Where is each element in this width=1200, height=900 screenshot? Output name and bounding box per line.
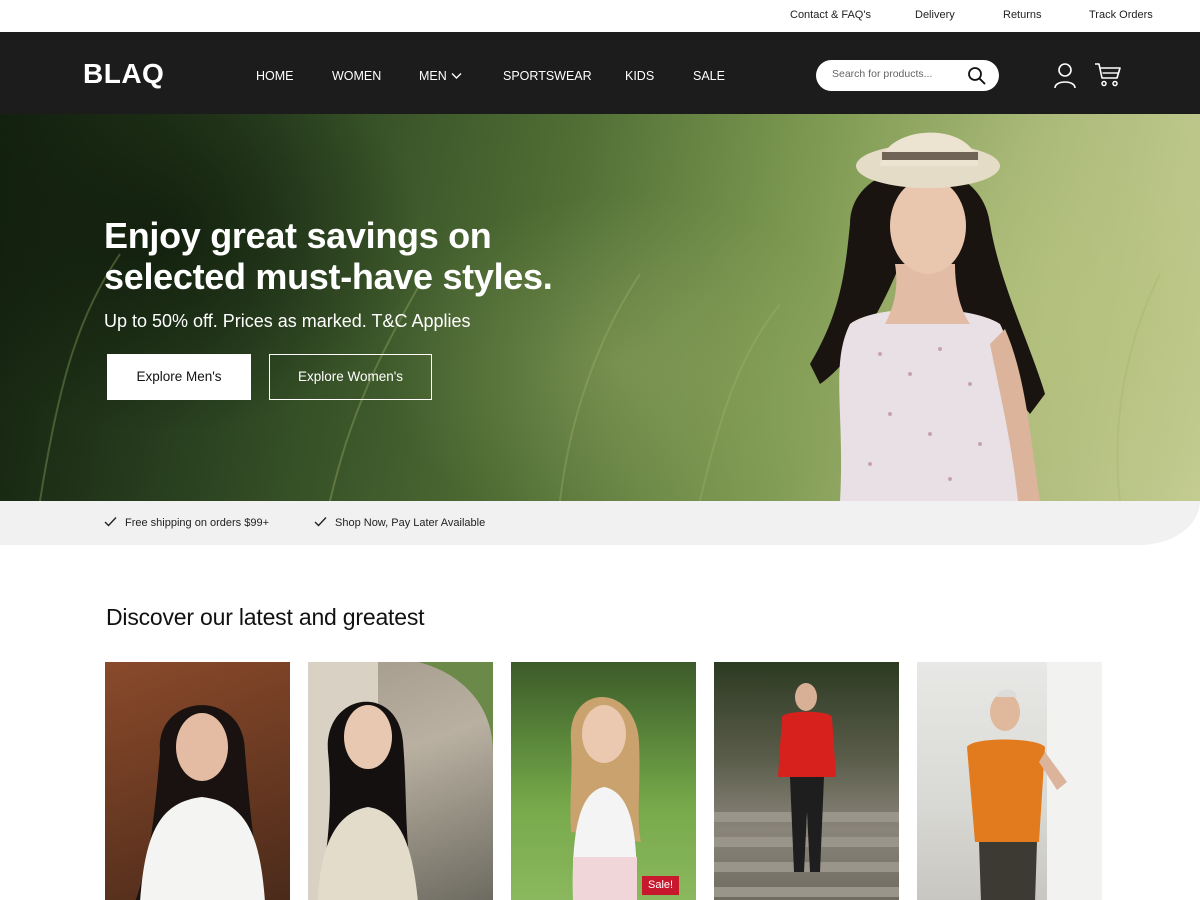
nav-sale[interactable]: SALE bbox=[693, 68, 725, 84]
search-box bbox=[816, 60, 999, 91]
search-icon[interactable] bbox=[967, 66, 986, 85]
product-image bbox=[135, 705, 265, 900]
product-image bbox=[308, 662, 493, 900]
contact-faq-link[interactable]: Contact & FAQ's bbox=[790, 9, 871, 21]
chevron-down-icon[interactable] bbox=[451, 72, 462, 80]
returns-link[interactable]: Returns bbox=[1003, 9, 1042, 21]
check-icon bbox=[104, 517, 117, 527]
user-icon[interactable] bbox=[1053, 62, 1077, 89]
promo-pay-later: Shop Now, Pay Later Available bbox=[314, 516, 485, 529]
promo-text: Shop Now, Pay Later Available bbox=[335, 517, 486, 529]
sale-badge: Sale! bbox=[642, 876, 680, 895]
product-image bbox=[967, 662, 1102, 900]
product-card[interactable] bbox=[714, 662, 899, 900]
product-image bbox=[714, 683, 899, 897]
hero-subtitle: Up to 50% off. Prices as marked. T&C App… bbox=[104, 311, 471, 331]
section-title: Discover our latest and greatest bbox=[106, 604, 425, 630]
logo[interactable]: BLAQ bbox=[83, 58, 164, 90]
nav-kids[interactable]: KIDS bbox=[625, 68, 654, 84]
check-icon bbox=[314, 517, 327, 527]
product-card[interactable] bbox=[105, 662, 290, 900]
explore-mens-button[interactable]: Explore Men's bbox=[107, 354, 251, 400]
hero-banner: Enjoy great savings on selected must-hav… bbox=[0, 114, 1200, 501]
search-input[interactable] bbox=[832, 68, 962, 80]
nav-women[interactable]: WOMEN bbox=[332, 68, 381, 84]
main-nav: BLAQ HOME WOMEN MEN SPORTSWEAR KIDS SALE bbox=[0, 32, 1200, 114]
hero-title: Enjoy great savings on selected must-hav… bbox=[104, 215, 553, 297]
hero-model-image bbox=[810, 132, 1045, 501]
product-image bbox=[570, 697, 641, 900]
product-card[interactable] bbox=[917, 662, 1102, 900]
cart-icon[interactable] bbox=[1094, 62, 1122, 88]
product-card[interactable]: Sale! bbox=[511, 662, 696, 900]
delivery-link[interactable]: Delivery bbox=[915, 9, 955, 21]
explore-womens-button[interactable]: Explore Women's bbox=[269, 354, 432, 400]
promo-strip: Free shipping on orders $99+ Shop Now, P… bbox=[0, 501, 1200, 545]
nav-sportswear[interactable]: SPORTSWEAR bbox=[503, 68, 592, 84]
nav-men[interactable]: MEN bbox=[419, 68, 447, 84]
promo-text: Free shipping on orders $99+ bbox=[125, 517, 270, 529]
product-card[interactable] bbox=[308, 662, 493, 900]
promo-free-shipping: Free shipping on orders $99+ bbox=[104, 516, 269, 529]
track-orders-link[interactable]: Track Orders bbox=[1089, 9, 1153, 21]
nav-home[interactable]: HOME bbox=[256, 68, 294, 84]
utility-bar: Contact & FAQ's Delivery Returns Track O… bbox=[0, 0, 1200, 32]
